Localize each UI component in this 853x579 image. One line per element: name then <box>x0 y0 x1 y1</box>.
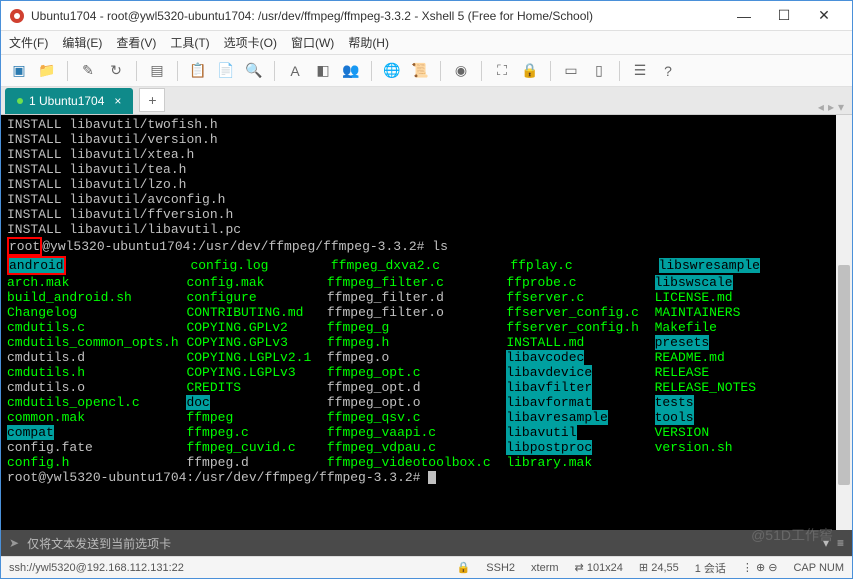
separator <box>550 61 551 81</box>
separator <box>67 61 68 81</box>
input-expand-icon[interactable]: ▾ <box>823 536 829 550</box>
globe-icon[interactable]: 🌐 <box>380 59 404 83</box>
separator <box>619 61 620 81</box>
help-icon[interactable]: ? <box>656 59 680 83</box>
menu-window[interactable]: 窗口(W) <box>291 34 334 51</box>
statusbar: ssh://ywl5320@192.168.112.131:22 🔒 SSH2 … <box>1 556 852 578</box>
separator <box>440 61 441 81</box>
close-button[interactable]: ✕ <box>804 2 844 30</box>
copy-icon[interactable]: 📋 <box>186 59 210 83</box>
tab-session[interactable]: 1 Ubuntu1704 × <box>5 88 133 114</box>
color-icon[interactable]: ◧ <box>311 59 335 83</box>
status-term: xterm <box>531 562 559 574</box>
menu-edit[interactable]: 编辑(E) <box>62 34 102 51</box>
input-menu-icon[interactable]: ≡ <box>837 536 844 550</box>
separator <box>274 61 275 81</box>
list-icon[interactable]: ☰ <box>628 59 652 83</box>
xftp-icon[interactable]: ◉ <box>449 59 473 83</box>
menu-tools[interactable]: 工具(T) <box>170 34 209 51</box>
font-icon[interactable]: A <box>283 59 307 83</box>
properties-icon[interactable]: ▤ <box>145 59 169 83</box>
app-window: Ubuntu1704 - root@ywl5320-ubuntu1704: /u… <box>0 0 853 579</box>
menubar: 文件(F) 编辑(E) 查看(V) 工具(T) 选项卡(O) 窗口(W) 帮助(… <box>1 31 852 55</box>
status-dot-icon <box>17 98 23 104</box>
fullscreen-icon[interactable]: ⛶ <box>490 59 514 83</box>
minimize-button[interactable]: — <box>724 2 764 30</box>
status-sessions: 1 会话 <box>695 560 726 576</box>
input-placeholder[interactable]: 仅将文本发送到当前选项卡 <box>27 535 171 552</box>
inputbar: ➤ 仅将文本发送到当前选项卡 ▾ ≡ <box>1 530 852 556</box>
separator <box>371 61 372 81</box>
scrollbar[interactable] <box>836 115 852 530</box>
tab-add-button[interactable]: + <box>139 88 165 112</box>
status-conn: ssh://ywl5320@192.168.112.131:22 <box>9 562 184 574</box>
status-caps: CAP NUM <box>793 562 844 574</box>
tile-h-icon[interactable]: ▭ <box>559 59 583 83</box>
menu-options[interactable]: 选项卡(O) <box>224 34 277 51</box>
new-session-icon[interactable]: ▣ <box>7 59 31 83</box>
menu-file[interactable]: 文件(F) <box>9 34 48 51</box>
toolbar: ▣ 📁 ✎ ↻ ▤ 📋 📄 🔍 A ◧ 👥 🌐 📜 ◉ ⛶ 🔒 ▭ ▯ ☰ ? <box>1 55 852 87</box>
tab-prev-icon[interactable]: ◂ <box>818 100 824 114</box>
reconnect-icon[interactable]: ↻ <box>104 59 128 83</box>
tab-menu-icon[interactable]: ▾ <box>838 100 844 114</box>
tab-next-icon[interactable]: ▸ <box>828 100 834 114</box>
menu-view[interactable]: 查看(V) <box>116 34 156 51</box>
find-icon[interactable]: 🔍 <box>242 59 266 83</box>
window-title: Ubuntu1704 - root@ywl5320-ubuntu1704: /u… <box>31 9 724 23</box>
tab-label: 1 Ubuntu1704 <box>29 94 104 108</box>
tab-nav: ◂ ▸ ▾ <box>818 100 844 114</box>
maximize-button[interactable]: ☐ <box>764 2 804 30</box>
status-pos: 24,55 <box>651 562 679 574</box>
status-proto: SSH2 <box>486 562 515 574</box>
scrollbar-thumb[interactable] <box>838 265 850 485</box>
tabbar: 1 Ubuntu1704 × + ◂ ▸ ▾ <box>1 87 852 115</box>
send-icon[interactable]: ➤ <box>9 536 19 550</box>
separator <box>177 61 178 81</box>
app-icon <box>9 8 25 24</box>
script-icon[interactable]: 📜 <box>408 59 432 83</box>
lock-icon[interactable]: 🔒 <box>518 59 542 83</box>
users-icon[interactable]: 👥 <box>339 59 363 83</box>
separator <box>136 61 137 81</box>
status-proto-icon: 🔒 <box>457 561 471 574</box>
terminal-area: INSTALL libavutil/twofish.h INSTALL liba… <box>1 115 852 530</box>
terminal[interactable]: INSTALL libavutil/twofish.h INSTALL liba… <box>1 115 836 530</box>
open-icon[interactable]: 📁 <box>35 59 59 83</box>
titlebar: Ubuntu1704 - root@ywl5320-ubuntu1704: /u… <box>1 1 852 31</box>
tab-close-icon[interactable]: × <box>114 94 121 108</box>
menu-help[interactable]: 帮助(H) <box>348 34 389 51</box>
highlight-icon[interactable]: ✎ <box>76 59 100 83</box>
separator <box>481 61 482 81</box>
status-size: 101x24 <box>587 562 623 574</box>
tile-v-icon[interactable]: ▯ <box>587 59 611 83</box>
paste-icon[interactable]: 📄 <box>214 59 238 83</box>
